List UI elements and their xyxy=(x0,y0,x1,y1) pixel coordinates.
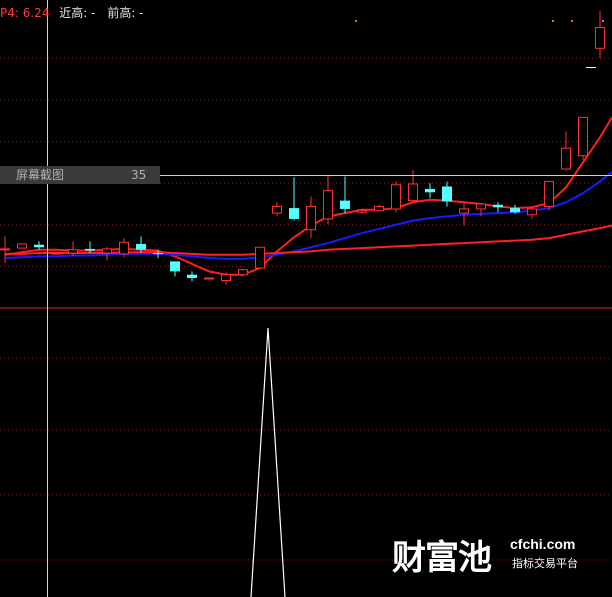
candle-body xyxy=(493,204,503,208)
candle-body xyxy=(238,269,248,276)
candle xyxy=(323,174,333,224)
candle-body xyxy=(561,147,571,170)
candle-body xyxy=(476,203,486,210)
candle xyxy=(51,252,61,255)
candle xyxy=(187,271,197,282)
candle-body xyxy=(153,253,163,255)
candle-body xyxy=(119,241,129,255)
candle-body xyxy=(544,180,554,207)
indicator-spike xyxy=(250,327,286,597)
prev-high-label: 前高: - xyxy=(107,6,144,20)
candle-body xyxy=(221,274,231,282)
indicator-panel xyxy=(250,327,286,597)
candle-body xyxy=(391,184,401,210)
candle xyxy=(595,10,605,59)
p4-value: P4: 6.24 xyxy=(0,6,50,20)
candle xyxy=(544,180,554,211)
candle xyxy=(561,131,571,171)
watermark-site: cfchi.com xyxy=(510,536,576,552)
candle xyxy=(442,181,452,207)
candle xyxy=(306,196,316,239)
candle-body xyxy=(102,248,112,254)
candle xyxy=(255,246,265,269)
candle-body xyxy=(323,190,333,220)
candle-body xyxy=(68,249,78,254)
candle-body xyxy=(170,261,180,272)
candle-body xyxy=(17,243,27,249)
crosshair-readout: 屏幕截图 35 xyxy=(0,166,160,184)
candle xyxy=(17,243,27,249)
candle xyxy=(170,261,180,277)
price-legend: P4: 6.24 近高: - 前高: - xyxy=(0,4,144,21)
candle xyxy=(68,241,78,257)
candle-body xyxy=(204,277,214,280)
candle xyxy=(391,181,401,213)
candle-body xyxy=(408,183,418,202)
candle-body xyxy=(459,208,469,214)
crosshair-value: 35 xyxy=(131,168,147,182)
recent-high-label: 近高: - xyxy=(59,6,96,20)
candle xyxy=(272,202,282,217)
candle-body xyxy=(442,186,452,202)
candle-body xyxy=(34,244,44,248)
watermark-logo: 财富池 cfchi.com 指标交易平台 xyxy=(392,530,602,578)
candle xyxy=(289,177,299,221)
candle xyxy=(340,176,350,214)
candle-body xyxy=(85,248,95,251)
candle xyxy=(119,238,129,258)
candle xyxy=(578,116,588,160)
top-markers xyxy=(355,20,604,68)
candle-body xyxy=(527,208,537,216)
candle xyxy=(374,204,384,212)
candlestick-series[interactable] xyxy=(0,10,605,285)
candle xyxy=(34,241,44,250)
candle-body xyxy=(289,208,299,219)
price-panel-grid xyxy=(0,57,612,561)
candle xyxy=(425,183,435,199)
candle-body xyxy=(187,274,197,279)
candle xyxy=(0,236,10,264)
candle-body xyxy=(374,205,384,212)
candle xyxy=(204,277,214,280)
crosshair-indicator-name: 屏幕截图 xyxy=(16,168,65,182)
candle-body xyxy=(357,210,367,213)
candle xyxy=(408,169,418,203)
candle-body xyxy=(595,26,605,49)
moving-average-lines xyxy=(4,116,612,276)
watermark-tagline: 指标交易平台 xyxy=(512,557,578,570)
candle xyxy=(493,202,503,213)
candle-body xyxy=(272,205,282,214)
candle-body xyxy=(255,246,265,269)
candle-body xyxy=(136,243,146,250)
candle-body xyxy=(306,205,316,231)
candle-body xyxy=(510,208,520,213)
candle-body xyxy=(340,200,350,209)
candle-body xyxy=(51,252,61,255)
candle-body xyxy=(0,248,10,251)
watermark-brand: 财富池 xyxy=(392,538,492,578)
candle-body xyxy=(578,116,588,157)
candle xyxy=(357,210,367,214)
candle-body xyxy=(425,188,435,193)
chart-stage xyxy=(0,0,612,597)
